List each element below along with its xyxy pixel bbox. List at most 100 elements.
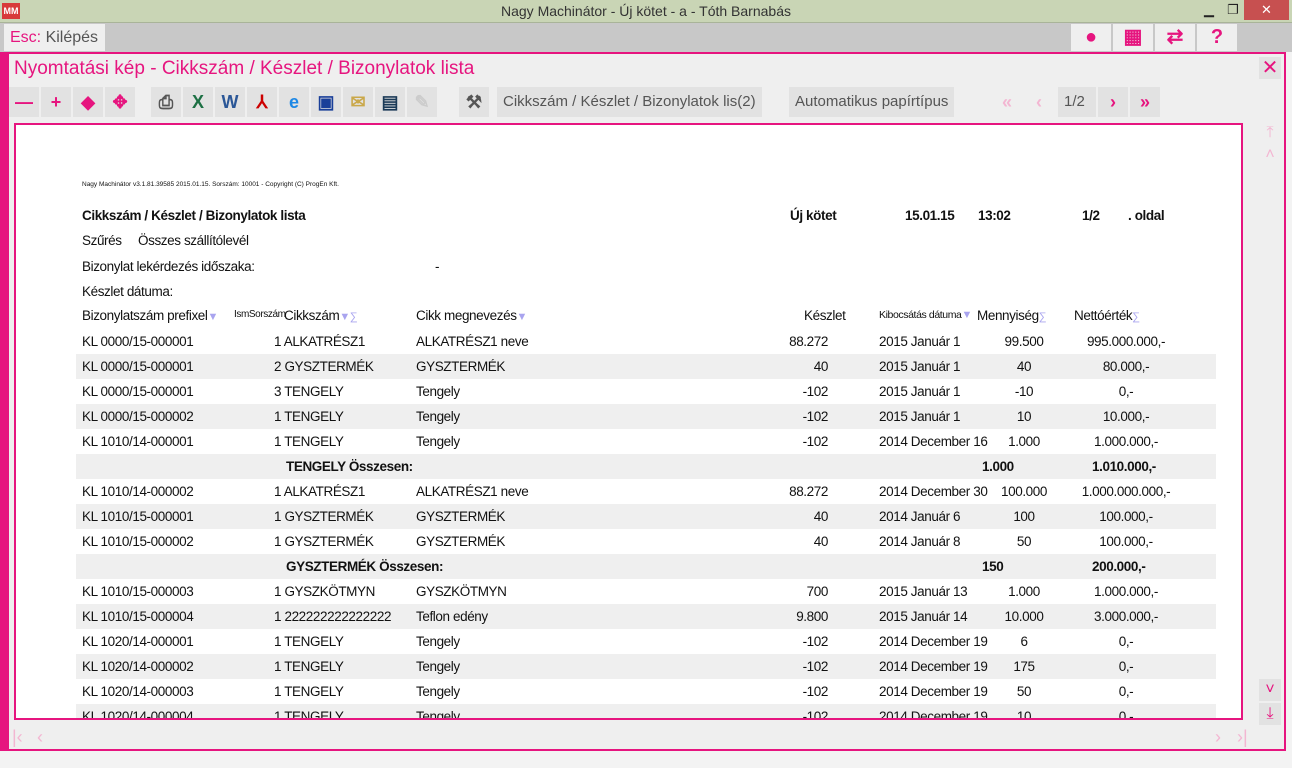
title-bar: MM Nagy Machinátor - Új kötet - a - Tóth… <box>0 0 1292 23</box>
col-date[interactable]: Kibocsátás dátuma▼ <box>879 309 972 321</box>
quantity: 150 <box>982 559 1004 574</box>
item-name: Tengely <box>416 634 460 649</box>
monitor-icon[interactable]: ▣ <box>311 87 341 117</box>
window-title: Nagy Machinátor - Új kötet - a - Tóth Ba… <box>501 3 791 19</box>
document-number: KL 1010/14-000002 <box>82 484 194 499</box>
col-prefix[interactable]: Bizonylatszám prefixel▼ <box>82 308 218 323</box>
scroll-first-icon[interactable]: |‹ <box>12 727 23 748</box>
scroll-right-icon[interactable]: › <box>1215 727 1221 748</box>
swap-icon[interactable]: ⇄ <box>1155 24 1195 51</box>
table-row: KL 0000/15-000001 2 GYSZTERMÉK GYSZTERMÉK 4… <box>76 354 1216 379</box>
first-page-icon[interactable]: « <box>992 87 1022 117</box>
table-row: KL 1010/14-000002 1 ALKATRÉSZ1 ALKATRÉSZ1 … <box>76 479 1216 504</box>
item-name: Tengely <box>416 684 460 699</box>
sum-icon[interactable]: ∑ <box>1039 311 1047 323</box>
minimize-button[interactable]: ▁ <box>1196 0 1222 20</box>
next-page-icon[interactable]: › <box>1098 87 1128 117</box>
esc-key-label: Esc: <box>10 29 42 46</box>
exit-button[interactable]: Esc: Kilépés <box>4 24 105 51</box>
quantity: 175 <box>1013 659 1035 674</box>
scroll-bottom-icon[interactable]: ⤓ <box>1259 703 1281 725</box>
stock: -102 <box>802 659 829 674</box>
scroll-down-icon[interactable]: ˅ <box>1259 679 1281 701</box>
col-cikk-label: Cikkszám <box>284 308 340 323</box>
page-indicator: 1/2 <box>1058 87 1096 117</box>
zoom-out-icon[interactable]: — <box>9 87 39 117</box>
table-row: KL 0000/15-000001 3 TENGELY Tengely -102 201… <box>76 379 1216 404</box>
item-code: 1 GYSZTERMÉK <box>274 534 374 549</box>
sum-icon[interactable]: ∑ <box>350 311 358 323</box>
user-icon[interactable]: ● <box>1071 24 1111 51</box>
excel-icon[interactable]: X <box>183 87 213 117</box>
edit-icon[interactable]: ✎ <box>407 87 437 117</box>
grid-icon[interactable]: ▦ <box>1113 24 1153 51</box>
close-panel-button[interactable]: ✕ <box>1259 57 1281 79</box>
net-value: 10.000,- <box>1102 409 1150 424</box>
issue-date: 2014 December 19 <box>879 659 988 674</box>
net-value: 100.000,- <box>1099 509 1153 524</box>
paper-type-button[interactable]: Automatikus papírtípus <box>789 87 955 117</box>
fit-page-icon[interactable]: ✥ <box>105 87 135 117</box>
item-code: 1 GYSZTERMÉK <box>274 509 374 524</box>
prev-page-icon[interactable]: ‹ <box>1024 87 1054 117</box>
table-row: KL 1020/14-000004 1 TENGELY Tengely -102 201… <box>76 704 1216 718</box>
stock: -102 <box>802 384 829 399</box>
help-icon[interactable]: ? <box>1197 24 1237 51</box>
quantity: 10.000 <box>1004 609 1044 624</box>
item-name: Tengely <box>416 434 460 449</box>
restore-button[interactable]: ❐ <box>1222 0 1244 20</box>
archive-icon[interactable]: ▤ <box>375 87 405 117</box>
col-qty[interactable]: Mennyiség∑ <box>977 308 1047 323</box>
scroll-up-icon[interactable]: ˄ <box>1259 144 1281 166</box>
item-code: 2 GYSZTERMÉK <box>274 359 374 374</box>
item-code: 1 TENGELY <box>274 659 344 674</box>
subtotal-row: GYSZTERMÉK Összesen: 150 200.000,- <box>76 554 1216 579</box>
printer-icon[interactable]: ⎙ <box>151 87 181 117</box>
col-name-label: Cikk megnevezés <box>416 308 517 323</box>
issue-date: 2014 Január 8 <box>879 534 961 549</box>
word-icon[interactable]: W <box>215 87 245 117</box>
close-window-button[interactable]: ✕ <box>1244 0 1289 20</box>
zoom-in-icon[interactable]: + <box>41 87 71 117</box>
item-code: 1 222222222222222 <box>274 609 392 624</box>
quantity: 1.000 <box>1008 434 1040 449</box>
browser-icon[interactable]: e <box>279 87 309 117</box>
col-net[interactable]: Nettóérték∑ <box>1074 308 1140 323</box>
copyright-line: Nagy Machinátor v3.1.81.39585 2015.01.15… <box>82 181 339 188</box>
net-value: 0,- <box>1118 634 1134 649</box>
report-select-button[interactable]: Cikkszám / Készlet / Bizonylatok lis(2) <box>497 87 762 117</box>
fit-width-icon[interactable]: ◆ <box>73 87 103 117</box>
item-name: Tengely <box>416 409 460 424</box>
stock: 700 <box>806 584 829 599</box>
col-ism[interactable]: IsmSorszám <box>234 309 286 320</box>
col-stock[interactable]: Készlet <box>804 308 846 323</box>
col-name[interactable]: Cikk megnevezés▼ <box>416 308 527 323</box>
item-code: 1 TENGELY <box>274 684 344 699</box>
last-page-icon[interactable]: » <box>1130 87 1160 117</box>
email-icon[interactable]: ✉ <box>343 87 373 117</box>
stock: 40 <box>813 359 829 374</box>
scroll-left-icon[interactable]: ‹ <box>37 727 43 748</box>
issue-date: 2014 December 30 <box>879 484 988 499</box>
document-number: KL 0000/15-000001 <box>82 384 194 399</box>
issue-date: 2015 Január 14 <box>879 609 968 624</box>
pdf-icon[interactable]: ⅄ <box>247 87 277 117</box>
item-name: Teflon edény <box>416 609 488 624</box>
stock: -102 <box>802 634 829 649</box>
table-row: KL 1010/15-000004 1 222222222222222 Teflon… <box>76 604 1216 629</box>
scroll-top-icon[interactable]: ⤒ <box>1259 122 1281 144</box>
issue-date: 2015 Január 1 <box>879 409 961 424</box>
sum-icon[interactable]: ∑ <box>1132 311 1140 323</box>
col-qty-label: Mennyiség <box>977 308 1039 323</box>
col-cikk[interactable]: Cikkszám▼∑ <box>284 308 358 323</box>
stock-date-label: Készlet dátuma: <box>82 284 173 299</box>
net-value: 200.000,- <box>1092 559 1146 574</box>
scroll-last-icon[interactable]: ›| <box>1237 727 1248 748</box>
filter-icon[interactable]: ▼ <box>517 311 528 323</box>
panel-title: Nyomtatási kép - Cikkszám / Készlet / Bi… <box>14 58 475 79</box>
tools-icon[interactable]: ⚒ <box>459 87 489 117</box>
net-value: 0,- <box>1118 659 1134 674</box>
filter-icon[interactable]: ▼ <box>339 311 350 323</box>
filter-icon[interactable]: ▼ <box>208 311 219 323</box>
filter-icon[interactable]: ▼ <box>962 309 973 321</box>
